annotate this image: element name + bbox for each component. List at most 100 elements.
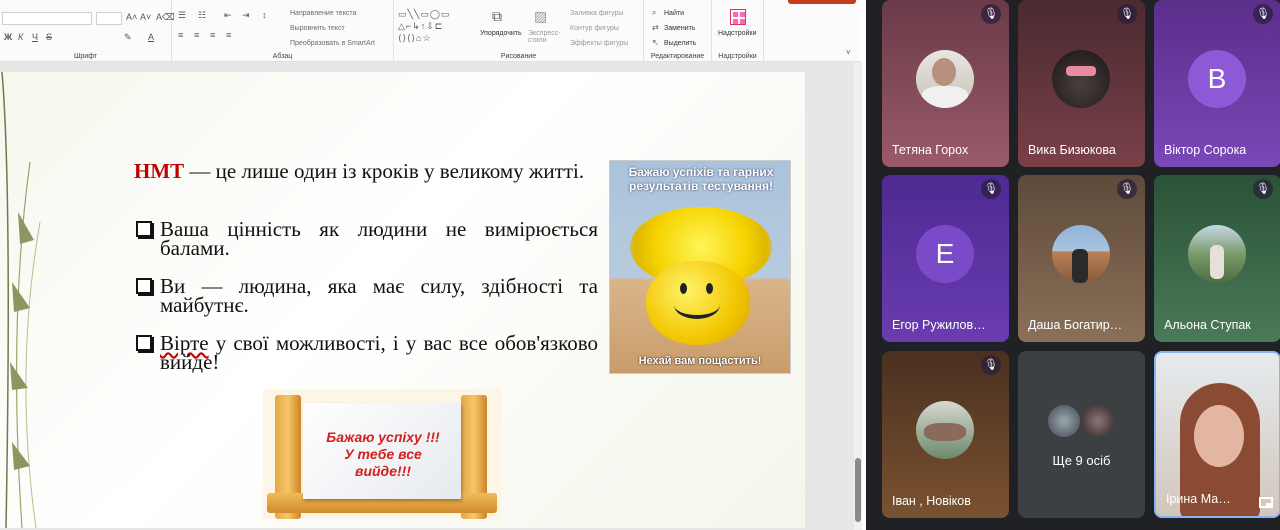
addins-icon[interactable] (730, 9, 746, 25)
paragraph-group-label: Абзац (272, 53, 293, 60)
powerpoint-window: A˄ A˅ A⌫ Ж К Ч S ✎ A Шрифт ☰ ☷ ⇤ ⇥ ↕ ≡ ≡… (0, 0, 866, 530)
bullets-icon[interactable]: ☰ (178, 10, 186, 21)
collapse-ribbon-icon[interactable]: ˅ (846, 48, 851, 57)
participant-name: Альона Ступак (1164, 318, 1251, 332)
participant-name: Егор Ружилов… (892, 318, 986, 332)
participant-tile[interactable]: 🎙 Вика Бизюкова (1018, 0, 1145, 167)
addins-button[interactable]: Надстройки (718, 30, 756, 37)
shrink-font-icon[interactable]: A˅ (140, 12, 151, 22)
mic-off-icon: 🎙 (981, 4, 1001, 24)
font-color-icon[interactable]: A (148, 32, 154, 42)
participant-name: Іван , Новіков (892, 494, 971, 508)
participant-tile[interactable]: 🎙 В Віктор Сорока (1154, 0, 1280, 167)
video-face (1194, 405, 1244, 467)
self-view-tile[interactable]: Ірина Ма… (1154, 351, 1280, 518)
avatar: Е (916, 225, 974, 283)
wooden-sign-image[interactable]: Бажаю успіху !!! У тебе все вийде!!! (263, 389, 501, 519)
line-spacing-icon[interactable]: ↕ (262, 10, 267, 20)
select-icon: ↖ (652, 38, 659, 47)
avatar: В (1188, 50, 1246, 108)
drawing-group: ▭╲╲▭◯▭ △⌐↳↑⇩⊏ ⟨⟩⟨⟩⌂☆ ⧉ Упорядочить ▨ Экспр… (394, 0, 644, 62)
editing-group-label: Редактирование (650, 53, 705, 60)
editing-group: ⌕ Найти ⇄ Заменить ↖ Выделить Редактиров… (644, 0, 712, 62)
participant-name: Віктор Сорока (1164, 143, 1247, 157)
highlight-icon[interactable]: ✎ (124, 32, 132, 43)
paragraph-group: ☰ ☷ ⇤ ⇥ ↕ ≡ ≡ ≡ ≡ Направление текста Выр… (172, 0, 394, 62)
quick-styles-button[interactable]: Экспресс-стили (528, 30, 561, 44)
mini-avatar (1080, 403, 1116, 439)
participant-name: Тетяна Горох (892, 143, 969, 157)
flower-image-bottom-text: Нехай вам пощастить! (638, 355, 762, 367)
bullet-box-3 (136, 335, 152, 351)
mic-off-icon: 🎙 (981, 355, 1001, 375)
smiley-pot (646, 261, 750, 345)
bold-button[interactable]: Ж (4, 32, 12, 42)
ribbon: A˄ A˅ A⌫ Ж К Ч S ✎ A Шрифт ☰ ☷ ⇤ ⇥ ↕ ≡ ≡… (0, 0, 860, 62)
mini-avatar (1046, 403, 1082, 439)
align-center-icon[interactable]: ≡ (194, 30, 199, 40)
mic-off-icon: 🎙 (1117, 4, 1137, 24)
outdent-icon[interactable]: ⇥ (242, 10, 250, 21)
font-group-label: Шрифт (73, 53, 98, 60)
font-size-box[interactable] (96, 12, 122, 25)
align-left-icon[interactable]: ≡ (178, 30, 183, 40)
shapes-gallery[interactable]: ▭╲╲▭◯▭ △⌐↳↑⇩⊏ ⟨⟩⟨⟩⌂☆ (398, 8, 474, 48)
align-text-button[interactable]: Выровнить текст (290, 25, 345, 32)
underline-button[interactable]: Ч (32, 32, 38, 42)
drawing-group-label: Рисование (500, 53, 537, 60)
participant-tile[interactable]: 🎙 Альона Ступак (1154, 175, 1280, 342)
find-button[interactable]: Найти (664, 10, 684, 17)
vertical-scrollbar[interactable] (854, 62, 862, 530)
quick-styles-icon[interactable]: ▨ (534, 8, 547, 25)
mic-off-icon: 🎙 (1117, 179, 1137, 199)
shape-outline-button[interactable]: Контур фигуры (570, 25, 619, 32)
participant-tile[interactable]: 🎙 Е Егор Ружилов… (882, 175, 1009, 342)
participant-tile[interactable]: 🎙 Даша Богатир… (1018, 175, 1145, 342)
slide[interactable]: НМТ — це лише один із кроків у великому … (0, 72, 805, 528)
flower-pot-image[interactable]: Бажаю успіхів та гарних результатів тест… (609, 160, 791, 374)
scrollbar-thumb[interactable] (855, 458, 861, 522)
numbering-icon[interactable]: ☷ (198, 10, 206, 21)
meet-participants-panel: 🎙 Тетяна Горох 🎙 Вика Бизюкова 🎙 В Вікто… (866, 0, 1280, 530)
addins-group: Надстройки Надстройки (712, 0, 764, 62)
participant-name: Даша Богатир… (1028, 318, 1123, 332)
strike-button[interactable]: S (46, 32, 52, 42)
picture-in-picture-icon[interactable] (1259, 497, 1273, 508)
mic-off-icon: 🎙 (981, 179, 1001, 199)
slide-bullet-2: Ви — людина, яка має силу, здібності та … (160, 274, 598, 317)
participant-tile[interactable]: 🎙 Іван , Новіков (882, 351, 1009, 518)
shape-fill-button[interactable]: Заливка фигуры (570, 10, 623, 17)
bullet-3-text: у свої можливості, і у вас все обов'язко… (160, 331, 598, 374)
mic-off-icon: 🎙 (1253, 179, 1273, 199)
find-icon: ⌕ (652, 8, 657, 17)
ribbon-top-button[interactable] (788, 0, 856, 4)
bullet-box-1 (136, 221, 152, 237)
slide-line-1: НМТ — це лише один із кроків у великому … (134, 159, 599, 183)
arrange-icon[interactable]: ⧉ (492, 8, 502, 25)
nmt-heading: НМТ (134, 159, 185, 183)
select-button[interactable]: Выделить (664, 40, 696, 47)
smartart-button[interactable]: Преобразовать в SmartArt (290, 40, 375, 47)
avatar (916, 50, 974, 108)
participant-tile[interactable]: 🎙 Тетяна Горох (882, 0, 1009, 167)
avatar (1188, 225, 1246, 283)
italic-button[interactable]: К (18, 32, 23, 42)
indent-icon[interactable]: ⇤ (224, 10, 232, 21)
more-participants-tile[interactable]: Ще 9 осіб (1018, 351, 1145, 518)
font-group: A˄ A˅ A⌫ Ж К Ч S ✎ A Шрифт (0, 0, 175, 62)
avatar (1052, 225, 1110, 283)
arrange-button[interactable]: Упорядочить (480, 30, 522, 37)
font-name-box[interactable] (2, 12, 92, 25)
slide-bullet-3: Вірте у свої можливості, і у вас все обо… (160, 331, 598, 374)
text-direction-button[interactable]: Направление текста (290, 10, 356, 17)
align-right-icon[interactable]: ≡ (210, 30, 215, 40)
justify-icon[interactable]: ≡ (226, 30, 231, 40)
replace-icon: ⇄ (652, 23, 659, 32)
bullet-box-2 (136, 278, 152, 294)
shape-effects-button[interactable]: Эффекты фигуры (570, 40, 628, 47)
slide-bullet-1: Ваша цінність як людини не вимірюється б… (160, 217, 598, 260)
grow-font-icon[interactable]: A˄ (126, 12, 137, 22)
participant-name: Вика Бизюкова (1028, 143, 1116, 157)
more-participants-label: Ще 9 осіб (1052, 453, 1111, 468)
replace-button[interactable]: Заменить (664, 25, 695, 32)
